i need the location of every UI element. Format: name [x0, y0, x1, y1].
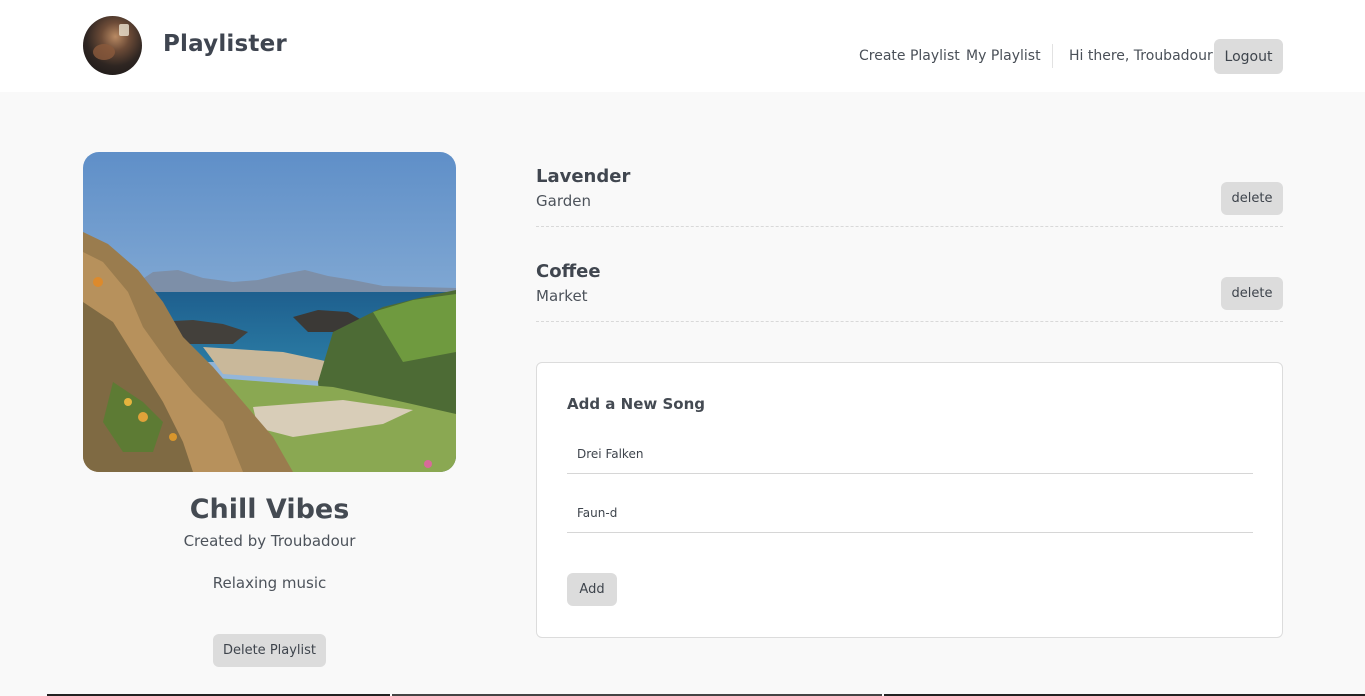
playlist-title: Chill Vibes [189, 494, 350, 525]
coastal-landscape-image [83, 152, 456, 472]
song-title: Coffee [536, 261, 601, 282]
song-artist-input[interactable] [567, 493, 1253, 533]
song-title: Lavender [536, 166, 631, 187]
brand-logo-avatar[interactable] [83, 16, 142, 75]
delete-song-button[interactable]: delete [1221, 182, 1283, 215]
nav-my-playlist[interactable]: My Playlist [966, 48, 1041, 64]
song-artist: Market [536, 287, 588, 305]
avatar-window-detail [119, 24, 129, 36]
delete-playlist-button[interactable]: Delete Playlist [213, 634, 326, 667]
add-song-button[interactable]: Add [567, 573, 617, 606]
delete-song-button[interactable]: delete [1221, 277, 1283, 310]
add-song-card: Add a New Song Add [536, 362, 1283, 638]
app-title[interactable]: Playlister [163, 31, 287, 57]
song-artist: Garden [536, 192, 591, 210]
nav-create-playlist[interactable]: Create Playlist [859, 48, 960, 64]
song-list-item: Coffee Market delete [536, 247, 1283, 322]
song-list-item: Lavender Garden delete [536, 152, 1283, 227]
user-greeting: Hi there, Troubadour [1069, 48, 1213, 64]
nav-divider [1052, 44, 1053, 68]
playlist-creator: Created by Troubadour [183, 532, 356, 550]
avatar-light-detail [93, 44, 115, 60]
logout-button[interactable]: Logout [1214, 39, 1283, 74]
playlist-description: Relaxing music [212, 574, 327, 592]
top-header: Playlister Create Playlist My Playlist H… [0, 0, 1365, 92]
add-song-heading: Add a New Song [567, 395, 705, 413]
song-title-input[interactable] [567, 434, 1253, 474]
playlist-cover-image [83, 152, 456, 472]
